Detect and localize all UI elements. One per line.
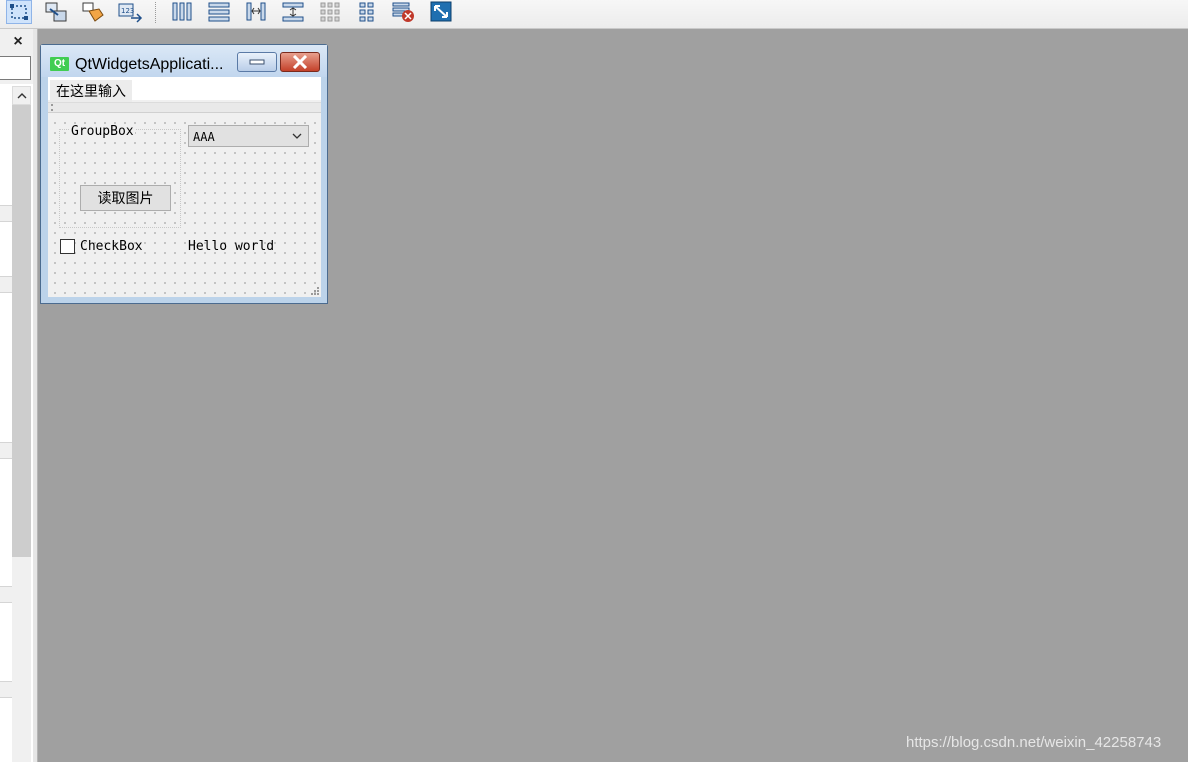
checkbox-label[interactable]: CheckBox: [80, 239, 143, 254]
widget-category-header[interactable]: [0, 276, 12, 293]
adjust-size-icon: [430, 1, 452, 22]
widget-category-header[interactable]: [0, 205, 12, 222]
layout-vertical-icon: [208, 2, 230, 22]
widget-category-header[interactable]: [0, 442, 12, 459]
layout-grid-icon: [320, 2, 340, 22]
edit-tab-order-button[interactable]: 123: [117, 0, 143, 24]
layout-horizontal-button[interactable]: [169, 0, 195, 24]
hello-label: Hello world: [188, 239, 275, 254]
form-window[interactable]: Qt QtWidgetsApplicati... 在这里输入 GroupBox …: [40, 44, 328, 304]
widget-filter-input[interactable]: [0, 56, 31, 80]
watermark-text: https://blog.csdn.net/weixin_42258743: [906, 734, 1162, 751]
layout-form-icon: [359, 2, 374, 22]
layout-grid-button[interactable]: [317, 0, 343, 24]
group-box[interactable]: [59, 129, 181, 228]
size-grip-icon[interactable]: [309, 285, 319, 295]
dock-splitter[interactable]: [33, 29, 38, 762]
break-layout-button[interactable]: [391, 0, 417, 24]
edit-signals-slots-icon: [45, 2, 67, 22]
layout-vertical-splitter-button[interactable]: [280, 0, 306, 24]
toolbar-grip-icon[interactable]: [51, 104, 53, 111]
combo-box-value: AAA: [193, 130, 215, 144]
form-titlebar[interactable]: Qt QtWidgetsApplicati...: [41, 45, 327, 77]
edit-signals-slots-button[interactable]: [43, 0, 69, 24]
scrollbar-thumb[interactable]: [12, 105, 31, 557]
minimize-icon: [249, 59, 265, 65]
layout-vertical-splitter-icon: [282, 2, 304, 22]
minimize-button[interactable]: [237, 52, 277, 72]
form-toolbar: [48, 102, 321, 113]
widget-box-dock: ×: [0, 29, 38, 762]
edit-buddies-icon: [82, 2, 104, 22]
qt-logo-icon: Qt: [50, 57, 69, 71]
layout-form-button[interactable]: [354, 0, 380, 24]
menu-bar: 在这里输入: [48, 77, 321, 102]
combo-box[interactable]: AAA: [188, 125, 309, 147]
edit-buddies-button[interactable]: [80, 0, 106, 24]
dock-close-button[interactable]: ×: [9, 33, 27, 51]
form-window-title: QtWidgetsApplicati...: [75, 56, 224, 73]
toolbar-separator: [155, 2, 156, 23]
form-client-area: 在这里输入 GroupBox 读取图片 AAA CheckBox Hello w…: [48, 77, 321, 297]
svg-text:123: 123: [121, 7, 134, 15]
close-icon: [292, 55, 308, 69]
layout-horizontal-icon: [172, 2, 192, 21]
scroll-up-button[interactable]: [12, 86, 31, 105]
layout-vertical-button[interactable]: [206, 0, 232, 24]
checkbox[interactable]: [60, 239, 75, 254]
group-box-title: GroupBox: [70, 124, 135, 139]
layout-horizontal-splitter-icon: [246, 2, 266, 21]
close-button[interactable]: [280, 52, 320, 72]
chevron-up-icon: [17, 93, 26, 99]
read-image-button[interactable]: 读取图片: [80, 185, 171, 211]
widget-category-header[interactable]: [0, 681, 12, 698]
central-widget[interactable]: GroupBox 读取图片 AAA CheckBox Hello world: [48, 115, 321, 297]
adjust-size-button[interactable]: [428, 0, 454, 24]
layout-horizontal-splitter-button[interactable]: [243, 0, 269, 24]
edit-widgets-button[interactable]: [6, 0, 32, 24]
designer-toolbar: 123: [0, 0, 1188, 29]
menu-type-here-item[interactable]: 在这里输入: [50, 80, 132, 102]
edit-widgets-icon: [10, 4, 28, 20]
edit-tab-order-icon: 123: [118, 3, 143, 23]
widget-category-header[interactable]: [0, 586, 12, 603]
break-layout-icon: [392, 2, 414, 22]
chevron-down-icon: [292, 133, 302, 139]
